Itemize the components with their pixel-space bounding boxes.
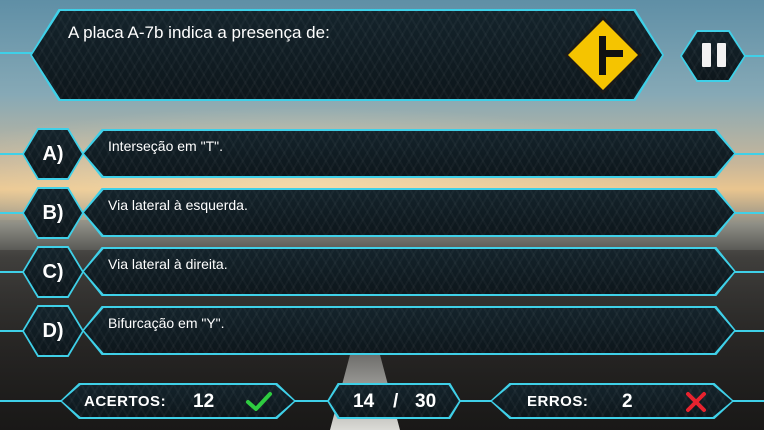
x-icon xyxy=(686,392,706,412)
errors-value: 2 xyxy=(622,391,633,412)
check-icon xyxy=(246,392,272,411)
answer-letter: B) xyxy=(42,202,64,224)
question-text: A placa A-7b indica a presença de: xyxy=(68,23,330,42)
progress-current: 14 xyxy=(353,391,375,412)
answer-text: Via lateral à direita. xyxy=(108,256,228,272)
correct-label: ACERTOS: xyxy=(84,393,167,410)
errors-label: ERROS: xyxy=(527,393,589,410)
answer-text: Bifurcação em "Y". xyxy=(108,315,225,331)
road-sign-side-road-right-icon xyxy=(564,16,642,94)
answer-text: Via lateral à esquerda. xyxy=(108,197,248,213)
progress-total: 30 xyxy=(415,391,437,412)
answer-letter: C) xyxy=(42,261,64,283)
correct-value: 12 xyxy=(193,391,215,412)
answer-letter: A) xyxy=(42,143,64,165)
answer-letter: D) xyxy=(42,320,64,342)
pause-icon xyxy=(698,43,732,69)
decor-line xyxy=(0,52,34,54)
answer-text: Interseção em "T". xyxy=(108,138,223,154)
decor-line xyxy=(744,55,764,57)
progress-separator: / xyxy=(393,391,399,412)
